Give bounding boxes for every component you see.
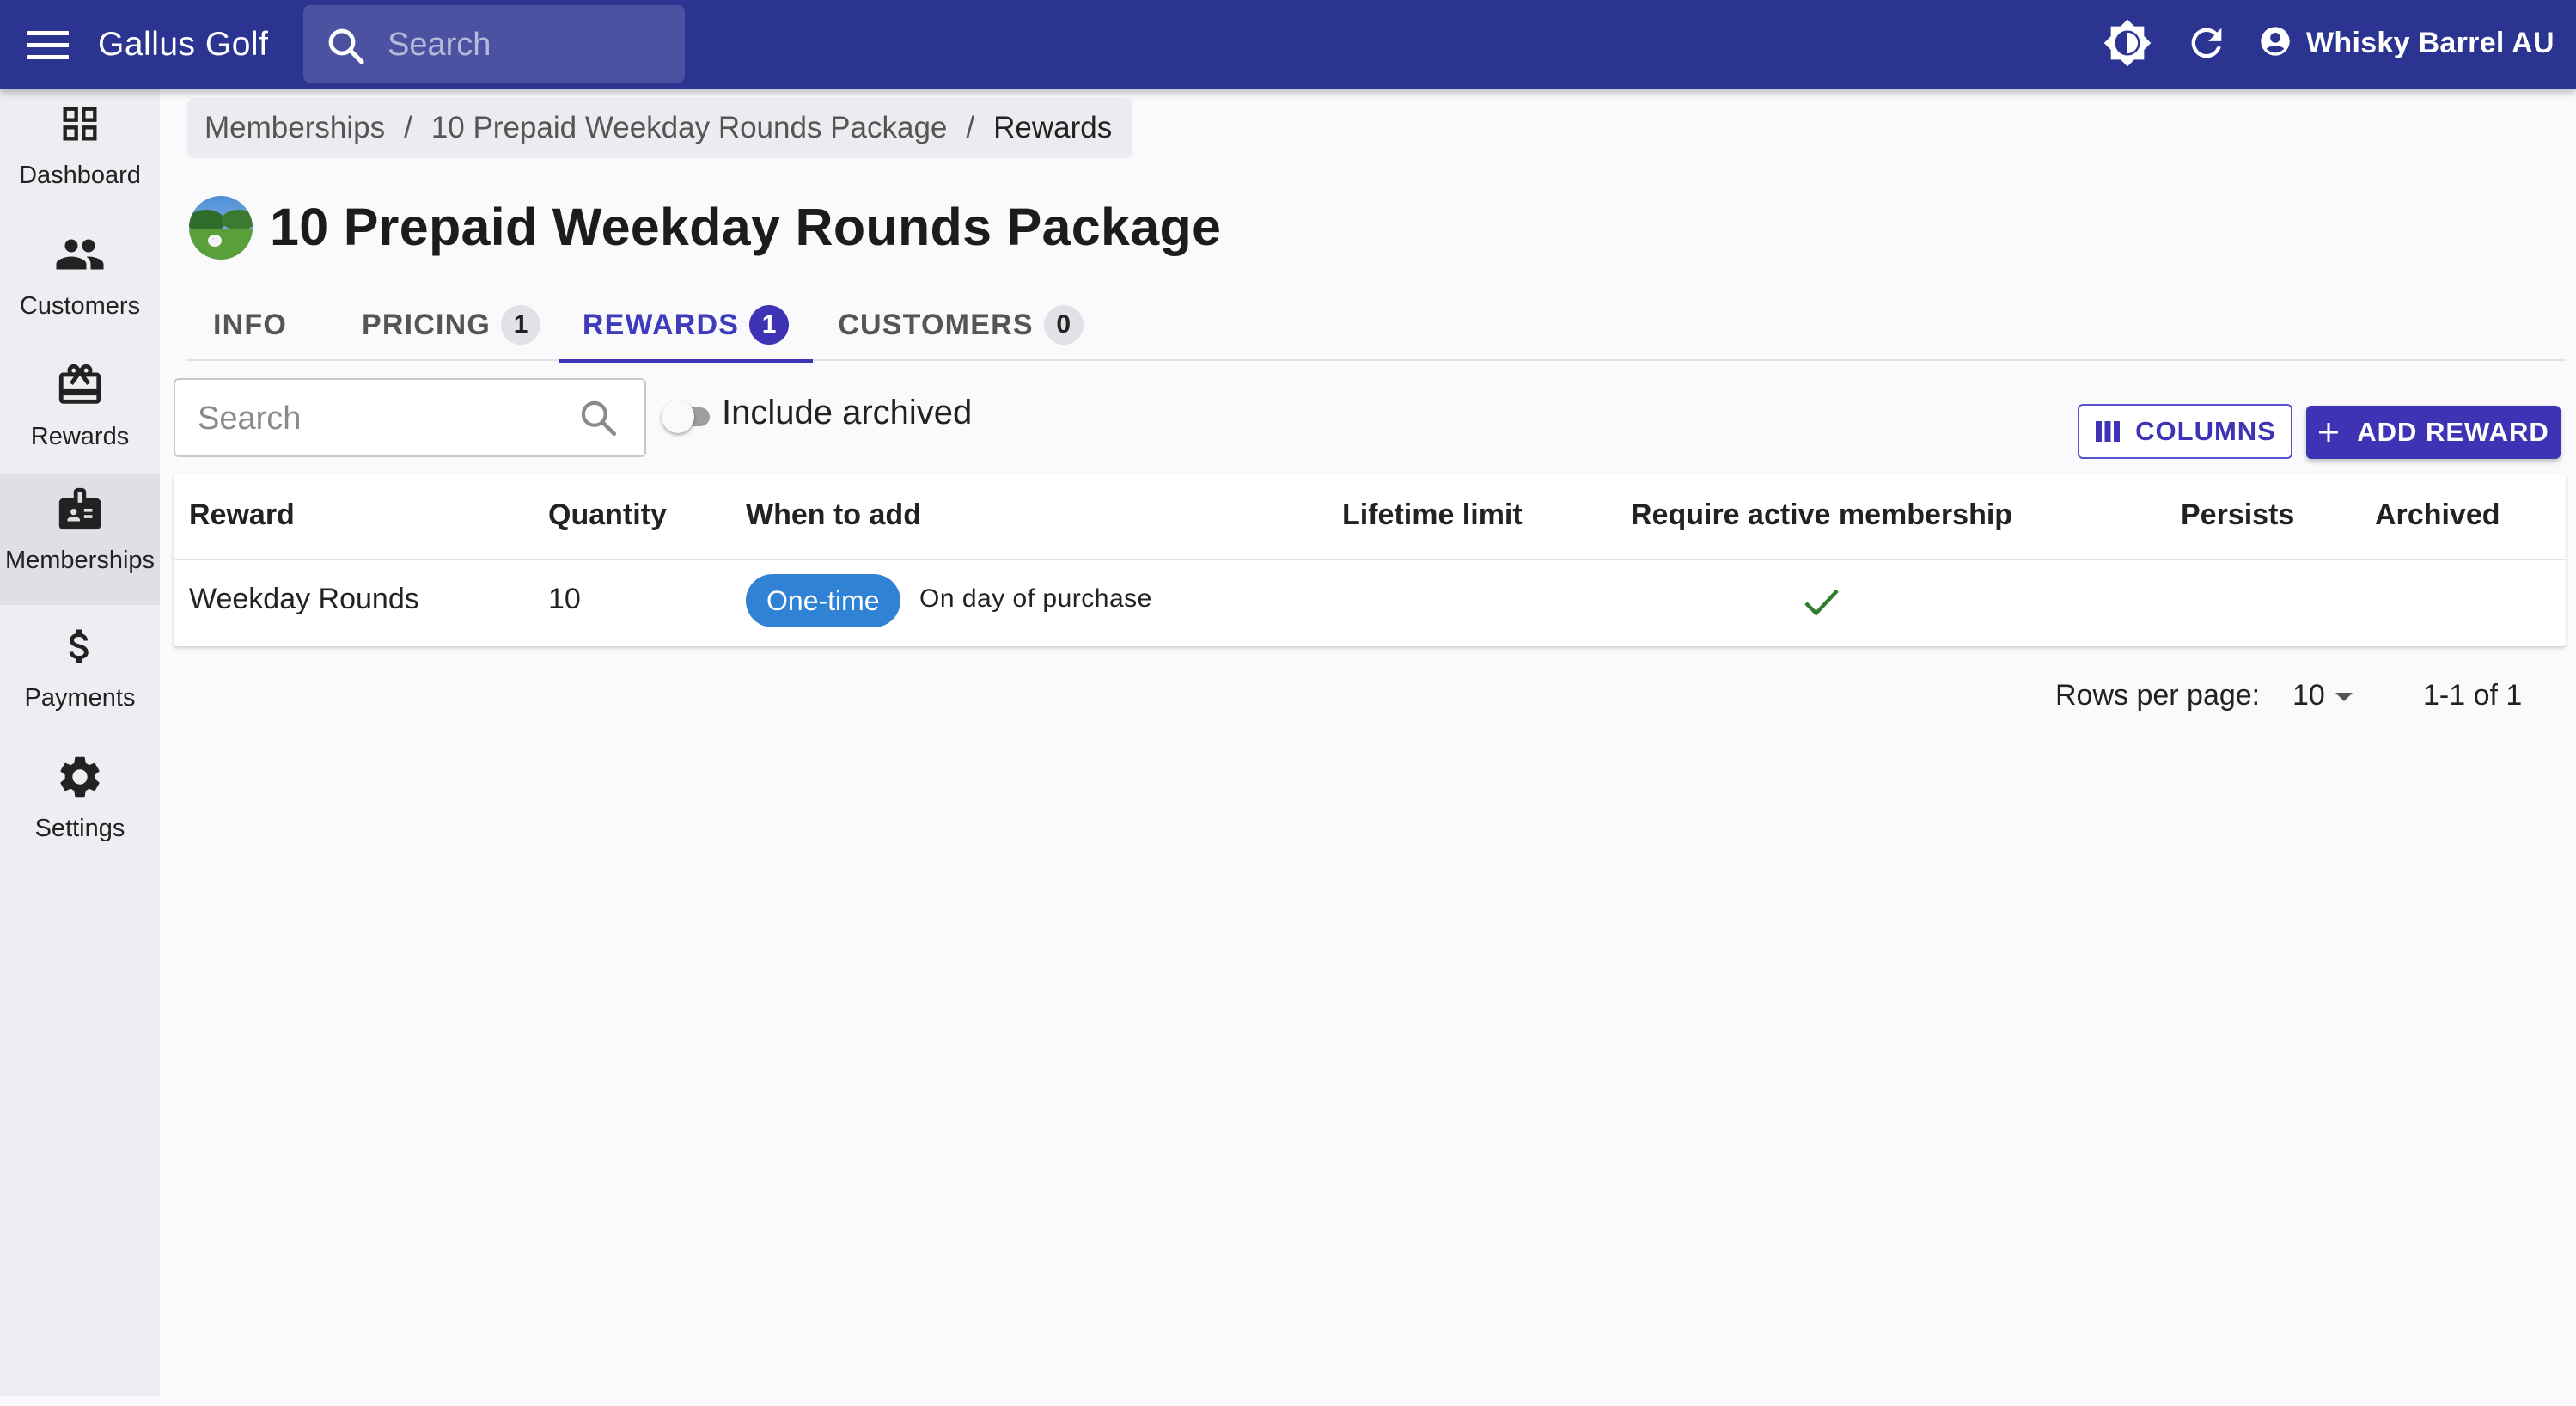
refresh-icon[interactable] — [2181, 17, 2232, 69]
column-header-reward[interactable]: Reward — [189, 498, 295, 532]
app-bar: Gallus Golf Whisky Barrel AU — [0, 0, 2576, 89]
tab-bar: INFO PRICING 1 REWARDS 1 CUSTOMERS 0 — [186, 289, 2566, 363]
columns-button[interactable]: COLUMNS — [2078, 404, 2292, 459]
breadcrumb-separator: / — [966, 111, 975, 144]
chevron-down-icon — [2335, 692, 2353, 701]
include-archived-label[interactable]: Include archived — [722, 394, 972, 432]
search-icon — [326, 26, 367, 71]
pagination-range: 1-1 of 1 — [2423, 679, 2523, 712]
search-icon[interactable] — [577, 397, 620, 444]
add-reward-button[interactable]: ADD REWARD — [2306, 406, 2561, 459]
tab-count-badge: 0 — [1043, 305, 1084, 345]
toggle-thumb — [662, 400, 694, 433]
membership-avatar — [189, 196, 253, 260]
sidebar-item-label: Memberships — [4, 547, 156, 574]
check-icon — [1803, 584, 1840, 623]
breadcrumb-separator: / — [404, 111, 412, 144]
tab-label: REWARDS — [582, 308, 740, 341]
tab-pricing[interactable]: PRICING 1 — [339, 289, 564, 361]
menu-icon[interactable] — [24, 24, 72, 65]
badge-icon — [54, 483, 106, 535]
rows-per-page-select[interactable]: 10 — [2292, 679, 2356, 712]
cell-when-to-add-text: On day of purchase — [919, 584, 1152, 613]
sidebar-item-label: Payments — [24, 684, 136, 712]
sidebar-item-label: Customers — [19, 292, 141, 320]
breadcrumb-current: Rewards — [993, 111, 1113, 144]
breadcrumb-link-package[interactable]: 10 Prepaid Weekday Rounds Package — [431, 111, 948, 145]
tab-rewards[interactable]: REWARDS 1 — [559, 289, 813, 363]
breadcrumb-link-memberships[interactable]: Memberships — [204, 111, 385, 145]
tab-count-badge: 1 — [501, 305, 541, 345]
sidebar-item-customers[interactable]: Customers — [0, 220, 160, 351]
dollar-icon — [54, 620, 106, 672]
global-search[interactable] — [303, 5, 685, 83]
gear-icon — [54, 751, 106, 803]
cell-quantity: 10 — [548, 583, 581, 615]
column-header-lifetime-limit[interactable]: Lifetime limit — [1342, 498, 1523, 532]
tab-label: CUSTOMERS — [838, 308, 1034, 341]
rows-per-page-value: 10 — [2292, 679, 2325, 712]
tab-count-badge: 1 — [749, 305, 790, 345]
people-icon — [54, 229, 106, 280]
account-menu[interactable]: Whisky Barrel AU — [2258, 19, 2555, 67]
add-reward-button-label: ADD REWARD — [2357, 417, 2549, 447]
dashboard-icon — [54, 98, 106, 150]
rewards-search[interactable] — [174, 378, 646, 457]
sidebar-item-dashboard[interactable]: Dashboard — [0, 89, 160, 220]
header-divider — [174, 559, 2566, 560]
sidebar-item-label: Rewards — [30, 423, 130, 450]
sidebar-item-payments[interactable]: Payments — [0, 612, 160, 743]
tab-info[interactable]: INFO — [186, 289, 314, 361]
tab-label: PRICING — [361, 308, 491, 341]
include-archived-toggle[interactable] — [662, 399, 713, 433]
column-header-persists[interactable]: Persists — [2181, 498, 2294, 532]
rows-per-page-label: Rows per page: — [2055, 679, 2261, 712]
columns-button-label: COLUMNS — [2135, 416, 2276, 446]
frequency-chip: One-time — [746, 574, 900, 627]
account-circle-icon — [2258, 24, 2292, 63]
view-column-icon — [2096, 421, 2121, 442]
sidebar-item-label: Dashboard — [19, 162, 141, 189]
tab-customers[interactable]: CUSTOMERS 0 — [823, 289, 1098, 361]
sidebar: Dashboard Customers Rewards Memberships … — [0, 89, 160, 1396]
breadcrumb: Memberships / 10 Prepaid Weekday Rounds … — [187, 98, 1132, 158]
plus-icon — [2319, 423, 2339, 442]
theme-brightness-icon[interactable] — [2102, 17, 2153, 69]
cell-reward: Weekday Rounds — [189, 583, 419, 615]
sidebar-item-rewards[interactable]: Rewards — [0, 351, 160, 481]
rewards-search-input[interactable] — [198, 395, 559, 442]
page-title: 10 Prepaid Weekday Rounds Package — [270, 198, 1222, 256]
column-header-quantity[interactable]: Quantity — [548, 498, 667, 532]
rewards-table: Reward Quantity When to add Lifetime lim… — [174, 474, 2566, 646]
gift-card-icon — [54, 359, 106, 411]
app-title[interactable]: Gallus Golf — [98, 21, 268, 69]
account-name: Whisky Barrel AU — [2306, 26, 2555, 59]
column-header-archived[interactable]: Archived — [2375, 498, 2500, 532]
tab-label: INFO — [212, 308, 287, 341]
column-header-when-to-add[interactable]: When to add — [746, 498, 921, 532]
sidebar-item-settings[interactable]: Settings — [0, 743, 160, 873]
sidebar-item-label: Settings — [34, 815, 125, 842]
column-header-require-active-membership[interactable]: Require active membership — [1631, 498, 2012, 532]
global-search-input[interactable] — [388, 22, 671, 67]
sidebar-item-memberships[interactable]: Memberships — [0, 474, 160, 605]
